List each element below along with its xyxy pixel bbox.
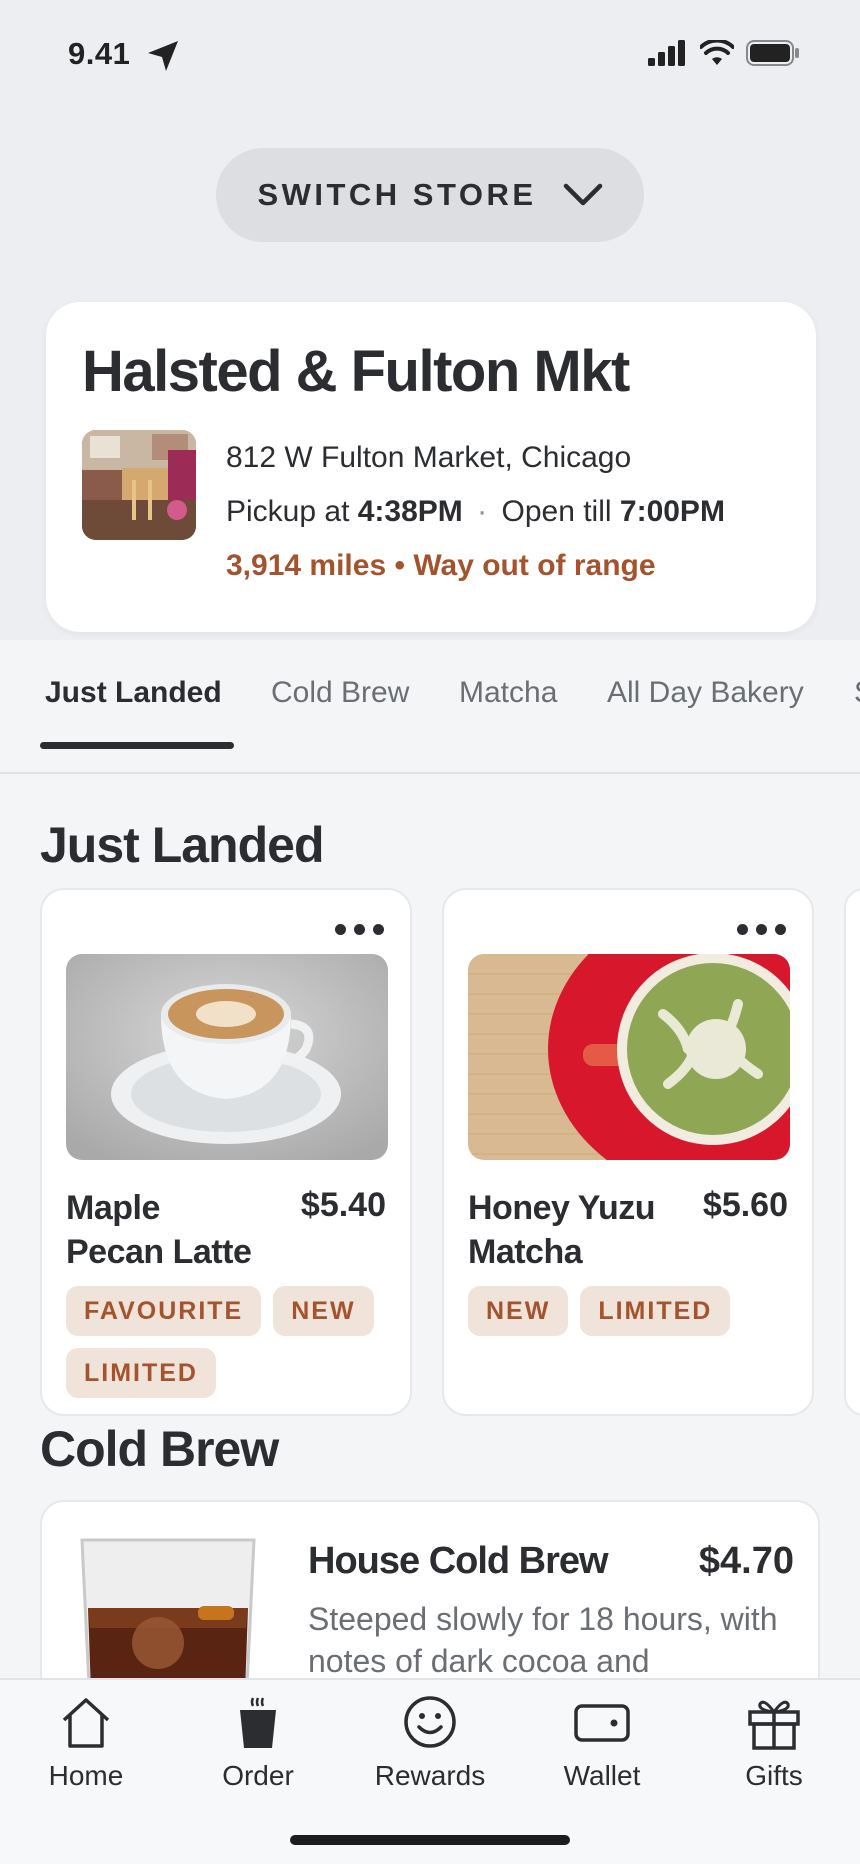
section-title-cold-brew: Cold Brew <box>40 1421 279 1477</box>
pickup-label: Pickup at <box>226 495 350 528</box>
tabbar-label: Gifts <box>745 1760 803 1791</box>
cup-icon <box>240 1697 276 1748</box>
product-name: Honey Yuzu Matcha <box>468 1189 656 1271</box>
smiley-icon <box>404 1696 456 1748</box>
range-separator: • <box>394 549 414 582</box>
wallet-icon <box>574 1704 630 1742</box>
product-price: $5.60 <box>702 1186 788 1224</box>
product-badges: NEW LIMITED <box>468 1286 788 1336</box>
status-time: 9.41 <box>68 36 131 71</box>
product-name: Maple Pecan Latte <box>66 1189 252 1271</box>
tabbar-wallet[interactable]: Wallet <box>527 1694 677 1792</box>
store-photo <box>82 430 196 540</box>
status-icons <box>648 40 800 66</box>
store-info: 812 W Fulton Market, Chicago Pickup at 4… <box>226 438 725 600</box>
section-title-just-landed: Just Landed <box>40 817 324 873</box>
product-name: House Cold Brew <box>308 1540 609 1582</box>
home-indicator <box>290 1835 570 1845</box>
product-badges: FAVOURITE NEW LIMITED <box>66 1286 386 1398</box>
product-card[interactable]: Honey Yuzu Matcha $5.60 NEW LIMITED <box>442 888 814 1416</box>
more-options-icon[interactable] <box>737 924 786 935</box>
badge-limited: LIMITED <box>580 1286 731 1336</box>
wifi-icon <box>700 40 734 65</box>
store-range: 3,914 miles • Way out of range <box>226 546 725 600</box>
store-name: Halsted & Fulton Mkt <box>82 339 630 404</box>
gift-icon <box>748 1700 800 1750</box>
product-image-latte <box>66 954 388 1160</box>
tab-just-landed[interactable]: Just Landed <box>45 676 222 710</box>
more-options-icon[interactable] <box>335 924 384 935</box>
home-icon <box>62 1698 110 1748</box>
separator-dot: · <box>477 495 488 528</box>
active-tab-indicator <box>40 742 234 749</box>
battery-icon <box>746 40 799 66</box>
badge-new: NEW <box>273 1286 374 1336</box>
tabbar-label: Home <box>48 1760 124 1791</box>
tabbar-order[interactable]: Order <box>183 1694 333 1792</box>
product-price: $4.70 <box>698 1540 794 1582</box>
product-price: $5.40 <box>300 1186 386 1224</box>
range-status: Way out of range <box>413 549 656 582</box>
tab-all-day-bakery[interactable]: All Day Bakery <box>607 676 804 710</box>
store-card[interactable]: Halsted & Fulton Mkt 812 W Fulton Market… <box>46 302 816 632</box>
store-hours: Pickup at 4:38PM · Open till 7:00PM <box>226 492 725 546</box>
product-card-peek[interactable] <box>844 888 860 1416</box>
tab-next-partial[interactable]: S <box>854 676 860 710</box>
tabbar-label: Wallet <box>563 1760 641 1791</box>
badge-favourite: FAVOURITE <box>66 1286 262 1336</box>
tabbar-home[interactable]: Home <box>11 1694 161 1792</box>
tabbar-gifts[interactable]: Gifts <box>699 1694 849 1792</box>
location-arrow-icon <box>148 41 178 71</box>
chevron-down-icon <box>563 183 602 206</box>
store-address: 812 W Fulton Market, Chicago <box>226 441 632 474</box>
switch-store-label: SWITCH STORE <box>257 177 537 212</box>
tab-cold-brew[interactable]: Cold Brew <box>271 676 409 710</box>
tabbar-rewards[interactable]: Rewards <box>355 1694 505 1792</box>
badge-limited: LIMITED <box>66 1348 216 1398</box>
switch-store-button[interactable]: SWITCH STORE <box>216 148 644 242</box>
tabbar-label: Order <box>222 1760 294 1791</box>
badge-new: NEW <box>468 1286 569 1336</box>
category-tabs: Just Landed Cold Brew Matcha All Day Bak… <box>0 640 860 774</box>
open-label: Open till <box>501 495 612 528</box>
product-image-matcha <box>468 954 790 1160</box>
tabbar-label: Rewards <box>374 1760 486 1791</box>
store-distance: 3,914 miles <box>226 549 387 582</box>
pickup-time: 4:38PM <box>357 495 463 528</box>
open-time: 7:00PM <box>619 495 725 528</box>
product-card[interactable]: Maple Pecan Latte $5.40 FAVOURITE NEW LI… <box>40 888 412 1416</box>
signal-icon <box>648 40 685 66</box>
product-description: Steeped slowly for 18 hours, with notes … <box>308 1601 778 1679</box>
tab-matcha[interactable]: Matcha <box>459 676 557 710</box>
